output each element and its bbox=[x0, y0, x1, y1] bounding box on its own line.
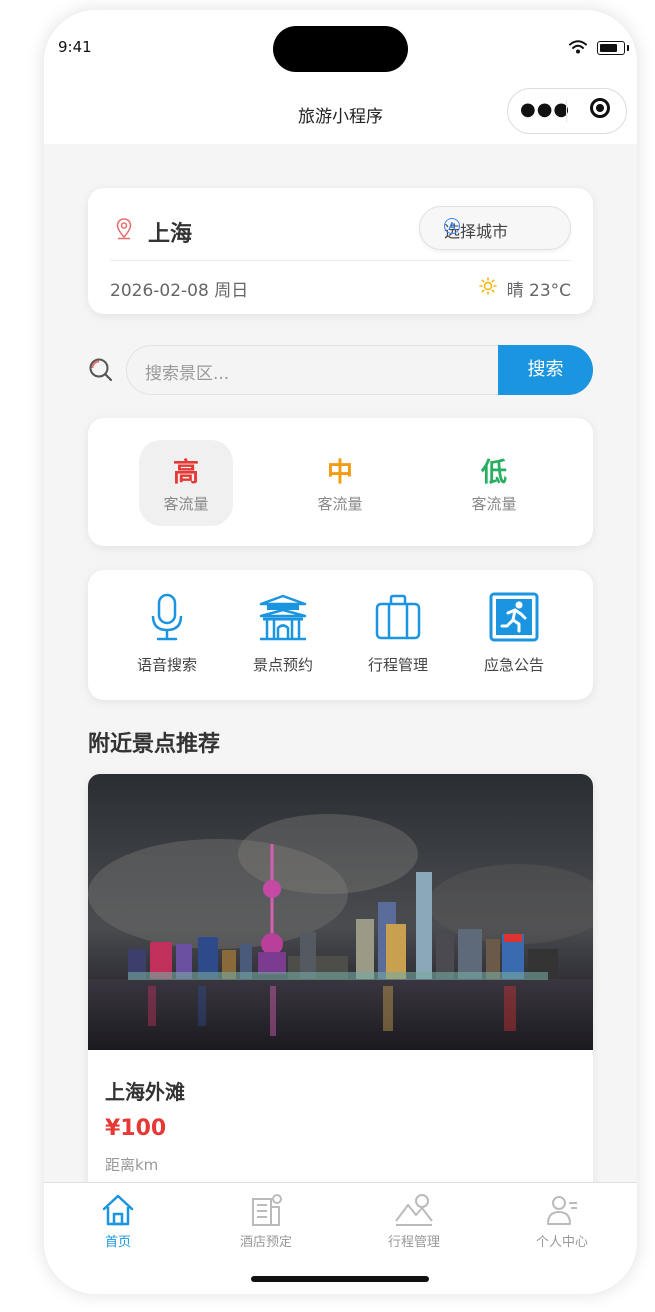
flow-low[interactable]: 低 客流量 bbox=[447, 440, 541, 526]
dynamic-island bbox=[273, 26, 408, 72]
feature-label: 应急公告 bbox=[483, 656, 544, 674]
tab-label: 个人中心 bbox=[535, 1235, 588, 1250]
hotel-icon bbox=[252, 1194, 282, 1226]
feature-label: 语音搜索 bbox=[136, 656, 197, 674]
location-pin-icon bbox=[116, 218, 132, 240]
feature-grid: 语音搜索 景点预约 行程管理 应急公告 bbox=[88, 570, 593, 700]
locate-icon: A bbox=[444, 218, 460, 234]
section-title-nearby: 附近景点推荐 bbox=[88, 732, 221, 757]
flow-level: 高 bbox=[172, 458, 199, 488]
attraction-image bbox=[88, 774, 593, 1050]
phone-frame: 9:41 旅游小程序 ●●● 上海 选择城市 A 2026-02-08 周日 晴… bbox=[44, 10, 637, 1294]
tab-home[interactable]: 首页 bbox=[58, 1193, 178, 1250]
tab-label: 酒店预定 bbox=[239, 1235, 292, 1250]
crowd-level-card: 高 客流量 中 客流量 低 客流量 bbox=[88, 418, 593, 546]
status-time: 9:41 bbox=[58, 38, 92, 56]
flow-label: 客流量 bbox=[471, 495, 517, 513]
status-bar: 9:41 bbox=[44, 10, 637, 82]
tab-label: 行程管理 bbox=[387, 1235, 440, 1250]
user-icon bbox=[547, 1196, 577, 1225]
feature-emergency-notice[interactable]: 应急公告 bbox=[464, 592, 564, 675]
tab-bar: 首页 酒店预定 行程管理 个人中心 bbox=[44, 1182, 637, 1294]
weather-text: 晴 23°C bbox=[506, 281, 571, 301]
battery-icon bbox=[597, 41, 629, 55]
card-divider bbox=[110, 260, 571, 261]
attraction-distance: 距离km bbox=[105, 1156, 159, 1174]
flow-high[interactable]: 高 客流量 bbox=[139, 440, 233, 526]
pavilion-icon bbox=[259, 594, 307, 641]
sun-icon bbox=[479, 277, 497, 295]
search-bar: 搜索景区... 搜索 bbox=[88, 345, 593, 395]
city-name: 上海 bbox=[148, 222, 193, 247]
feature-label: 景点预约 bbox=[252, 656, 313, 674]
miniprogram-capsule: ●●● bbox=[507, 88, 627, 134]
select-city-button[interactable]: 选择城市 A bbox=[419, 206, 571, 250]
feature-itinerary[interactable]: 行程管理 bbox=[348, 592, 448, 675]
close-target-icon[interactable] bbox=[590, 98, 610, 118]
attraction-price: ¥100 bbox=[105, 1116, 167, 1141]
attraction-name: 上海外滩 bbox=[105, 1080, 185, 1104]
flow-label: 客流量 bbox=[163, 495, 209, 513]
feature-voice-search[interactable]: 语音搜索 bbox=[117, 592, 217, 675]
attraction-card[interactable]: 上海外滩 ¥100 距离km bbox=[88, 774, 593, 1184]
capsule-divider bbox=[566, 100, 567, 122]
wifi-icon bbox=[569, 40, 587, 54]
tab-label: 首页 bbox=[104, 1235, 131, 1250]
nav-bar: 旅游小程序 ●●● bbox=[44, 82, 637, 144]
tab-hotel[interactable]: 酒店预定 bbox=[206, 1193, 326, 1250]
flow-level: 低 bbox=[480, 458, 507, 488]
flow-level: 中 bbox=[326, 458, 353, 488]
search-icon bbox=[89, 358, 113, 382]
home-icon bbox=[102, 1194, 134, 1226]
tab-itinerary[interactable]: 行程管理 bbox=[354, 1193, 474, 1250]
date-text: 2026-02-08 周日 bbox=[110, 281, 249, 301]
flow-medium[interactable]: 中 客流量 bbox=[293, 440, 387, 526]
home-indicator bbox=[251, 1276, 429, 1282]
flow-label: 客流量 bbox=[317, 495, 363, 513]
location-card: 上海 选择城市 A 2026-02-08 周日 晴 23°C bbox=[88, 188, 593, 314]
main-content: 上海 选择城市 A 2026-02-08 周日 晴 23°C 搜索景区... 搜… bbox=[44, 144, 637, 1184]
feature-attraction-booking[interactable]: 景点预约 bbox=[233, 592, 333, 675]
microphone-icon bbox=[151, 593, 183, 641]
briefcase-icon bbox=[375, 594, 421, 640]
search-input[interactable]: 搜索景区... bbox=[126, 345, 513, 395]
mountain-icon bbox=[395, 1194, 433, 1226]
tab-profile[interactable]: 个人中心 bbox=[502, 1193, 622, 1250]
feature-label: 行程管理 bbox=[367, 656, 428, 674]
more-dots-icon[interactable]: ●●● bbox=[520, 99, 570, 120]
emergency-exit-icon bbox=[489, 592, 539, 642]
search-placeholder: 搜索景区... bbox=[145, 364, 230, 384]
search-button[interactable]: 搜索 bbox=[498, 345, 593, 395]
